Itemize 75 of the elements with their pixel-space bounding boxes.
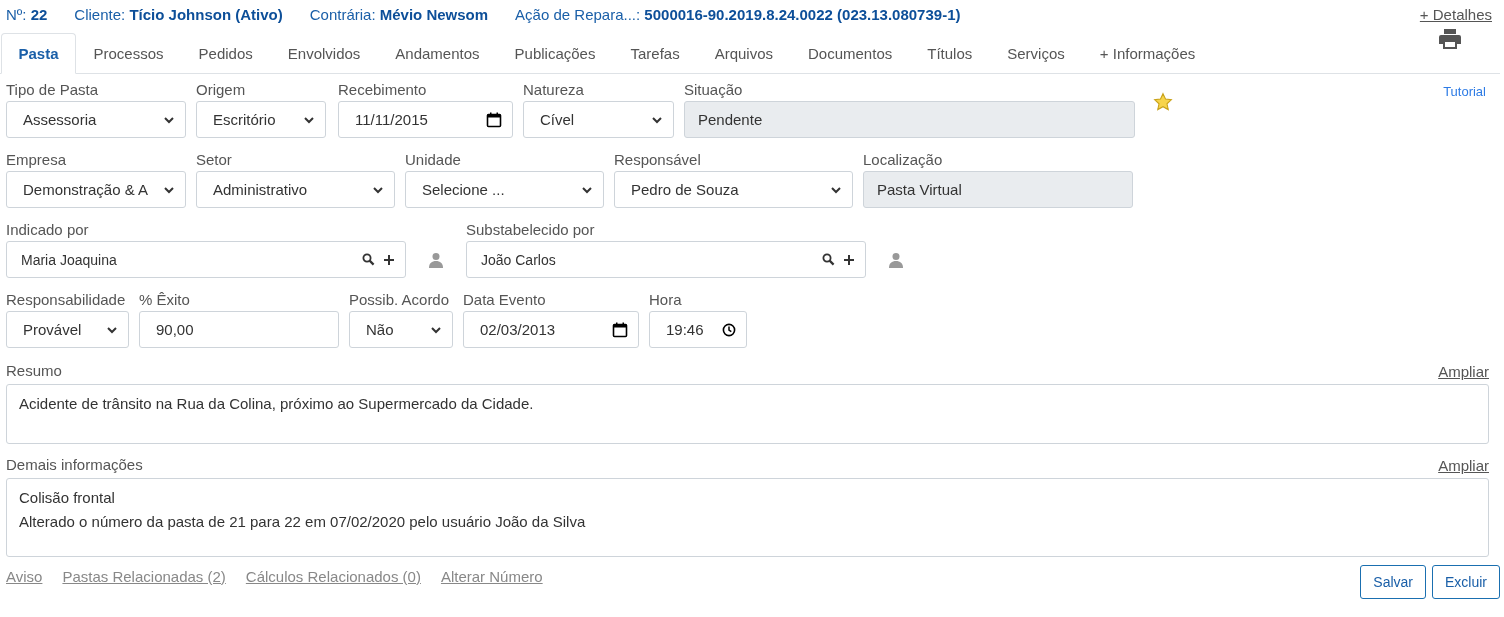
field-label: Hora [649,290,683,310]
tab[interactable]: Arquivos [697,33,791,74]
readonly-field: Pendente [684,101,1135,138]
person-icon[interactable] [428,252,444,268]
header-field: Ação de Repara...: 5000016-90.2019.8.24.0022 (023.13.080739-1) [515,6,961,28]
field-label: Tipo de Pasta [6,80,99,100]
field-label: Substabelecido por [466,220,596,240]
field-label: Recebimento [338,80,428,100]
readonly-field: Pasta Virtual [863,171,1133,208]
textarea-field[interactable]: Colisão frontal Alterado o número da pasta de 21 para 22 em 07/02/2020 pelo usuário João da Silva [6,478,1489,557]
field-label: Responsabilidade [6,290,127,310]
expand-link[interactable]: Ampliar [1438,456,1489,474]
select-field[interactable]: Escritório [196,101,326,138]
tab[interactable]: Documentos [790,33,910,74]
lookup-field[interactable]: João Carlos [466,241,866,278]
time-field[interactable]: 19:46 [649,311,747,348]
star-icon[interactable] [1153,92,1173,112]
person-icon[interactable] [888,252,904,268]
select-field[interactable]: Cível [523,101,674,138]
textarea-field[interactable]: Acidente de trânsito na Rua da Colina, próximo ao Supermercado da Cidade. [6,384,1489,444]
search-icon[interactable] [822,253,835,266]
tab[interactable]: Publicações [497,33,613,74]
field-label: Resumo [6,361,62,381]
select-field[interactable]: Administrativo [196,171,395,208]
action-button[interactable]: Salvar [1360,565,1426,599]
lookup-field[interactable]: Maria Joaquina [6,241,406,278]
tab[interactable]: Pedidos [181,33,271,74]
field-label: Natureza [523,80,585,100]
tab[interactable]: Tarefas [612,33,698,74]
field-label: Origem [196,80,247,100]
field-label: Indicado por [6,220,90,240]
tutorial-link[interactable]: Tutorial [1443,84,1486,99]
field-label: Unidade [405,150,462,170]
details-link[interactable]: + Detalhes [1419,6,1492,23]
date-field[interactable]: 11/11/2015 [338,101,513,138]
tab[interactable]: Serviços [989,33,1083,74]
action-button[interactable]: Excluir [1432,565,1500,599]
field-label: % Êxito [139,290,191,310]
select-field[interactable]: Pedro de Souza [614,171,853,208]
calendar-icon[interactable] [486,111,502,128]
footer-link[interactable]: Cálculos Relacionados (0) [245,567,421,585]
tab[interactable]: Andamentos [377,33,498,74]
select-field[interactable]: Selecione ... [405,171,604,208]
clock-icon[interactable] [722,322,736,337]
field-label: Empresa [6,150,68,170]
field-label: Setor [196,150,233,170]
print-icon[interactable] [1438,29,1461,49]
header-field: Contrária: Mévio Newsom [309,6,489,28]
tab[interactable]: Títulos [909,33,990,74]
tab[interactable]: + Informações [1082,33,1213,74]
add-icon[interactable] [383,253,395,266]
select-field[interactable]: Demonstração & A [6,171,186,208]
tab[interactable]: Pasta [1,33,77,74]
field-label: Responsável [614,150,702,170]
field-label: Situação [684,80,744,100]
select-field[interactable]: Provável [6,311,129,348]
search-icon[interactable] [362,253,375,266]
select-field[interactable]: Não [349,311,453,348]
footer-link[interactable]: Pastas Relacionadas (2) [62,567,226,585]
footer-link[interactable]: Aviso [6,567,43,585]
field-label: Possib. Acordo [349,290,451,310]
footer-link[interactable]: Alterar Número [440,567,543,585]
tab[interactable]: Envolvidos [270,33,378,74]
add-icon[interactable] [843,253,855,266]
expand-link[interactable]: Ampliar [1438,362,1489,380]
header-field: Nº: 22 [6,6,48,28]
input-field[interactable]: 90,00 [139,311,339,348]
header-field: Cliente: Tício Johnson (Ativo) [74,6,283,28]
calendar-icon[interactable] [612,321,628,338]
field-label: Localização [863,150,944,170]
tab[interactable]: Processos [76,33,182,74]
date-field[interactable]: 02/03/2013 [463,311,639,348]
field-label: Demais informações [6,455,143,475]
select-field[interactable]: Assessoria [6,101,186,138]
field-label: Data Evento [463,290,547,310]
